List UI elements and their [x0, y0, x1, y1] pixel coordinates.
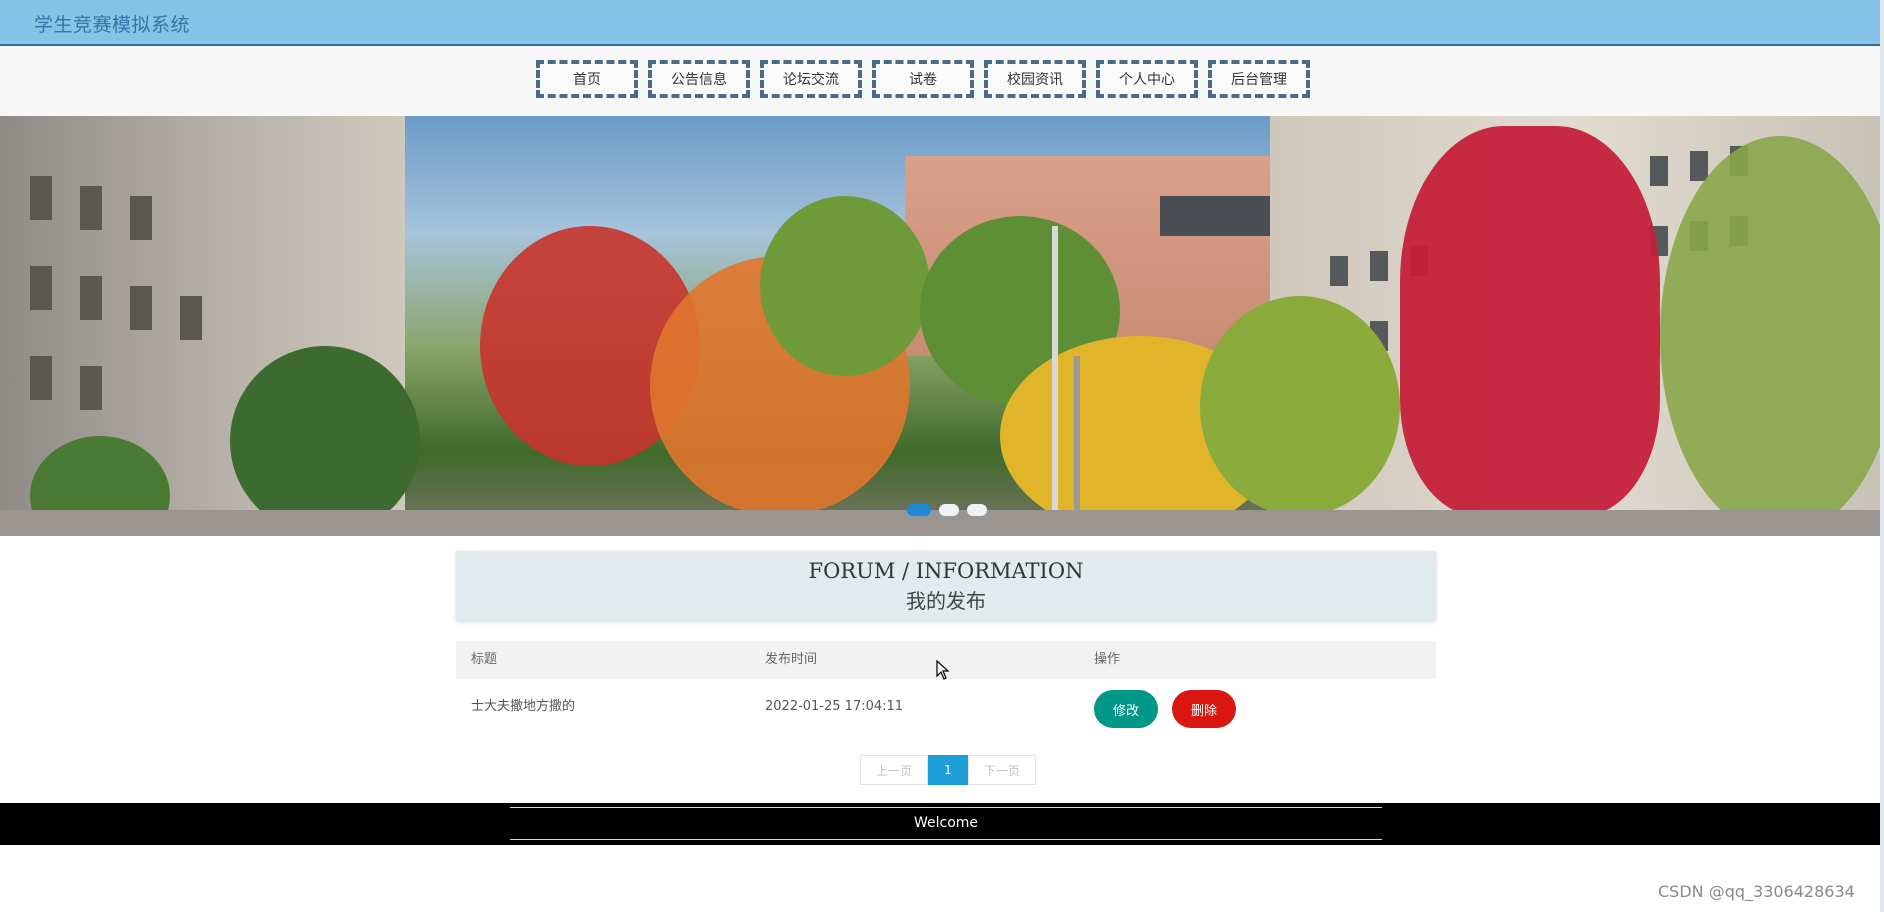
- edit-button[interactable]: 修改: [1094, 690, 1158, 728]
- window-edge: [1880, 0, 1884, 912]
- nav-item-exams[interactable]: 试卷: [872, 60, 974, 98]
- page-1-button[interactable]: 1: [928, 755, 968, 785]
- table-row: 士大夫撒地方撒的 2022-01-25 17:04:11 修改 删除: [456, 679, 1436, 735]
- delete-button[interactable]: 删除: [1172, 690, 1236, 728]
- nav-item-home[interactable]: 首页: [536, 60, 638, 98]
- watermark: CSDN @qq_3306428634: [1658, 882, 1855, 901]
- next-page-button[interactable]: 下一页: [968, 755, 1036, 785]
- nav-item-admin[interactable]: 后台管理: [1208, 60, 1310, 98]
- column-header-time: 发布时间: [765, 652, 818, 667]
- nav-item-campus-news[interactable]: 校园资讯: [984, 60, 1086, 98]
- pagination: 上一页 1 下一页: [860, 755, 1036, 785]
- section-title-en: FORUM / INFORMATION: [808, 559, 1084, 583]
- section-header: FORUM / INFORMATION 我的发布: [456, 551, 1436, 621]
- carousel-dot-1[interactable]: [907, 504, 931, 516]
- cell-title: 士大夫撒地方撒的: [471, 699, 576, 714]
- mouse-cursor-icon: [936, 660, 950, 680]
- nav-item-forum[interactable]: 论坛交流: [760, 60, 862, 98]
- nav-list: 首页 公告信息 论坛交流 试卷 校园资讯 个人中心 后台管理: [536, 60, 1310, 98]
- posts-table: 标题 发布时间 操作 士大夫撒地方撒的 2022-01-25 17:04:11 …: [456, 641, 1436, 735]
- section-title-cn: 我的发布: [906, 589, 986, 613]
- main-nav: 首页 公告信息 论坛交流 试卷 校园资讯 个人中心 后台管理: [0, 46, 1880, 116]
- site-title: 学生竞赛模拟系统: [34, 14, 191, 36]
- nav-item-personal-center[interactable]: 个人中心: [1096, 60, 1198, 98]
- carousel-dot-2[interactable]: [939, 504, 959, 516]
- nav-item-announcements[interactable]: 公告信息: [648, 60, 750, 98]
- column-header-title: 标题: [471, 652, 498, 667]
- footer: Welcome: [0, 803, 1880, 845]
- top-header: 学生竞赛模拟系统: [0, 0, 1880, 46]
- carousel-dot-3[interactable]: [967, 504, 987, 516]
- cell-time: 2022-01-25 17:04:11: [765, 699, 904, 714]
- carousel-indicators: [907, 504, 987, 516]
- footer-text: Welcome: [913, 815, 979, 831]
- prev-page-button[interactable]: 上一页: [860, 755, 928, 785]
- banner-carousel[interactable]: [0, 116, 1880, 536]
- column-header-action: 操作: [1094, 652, 1121, 667]
